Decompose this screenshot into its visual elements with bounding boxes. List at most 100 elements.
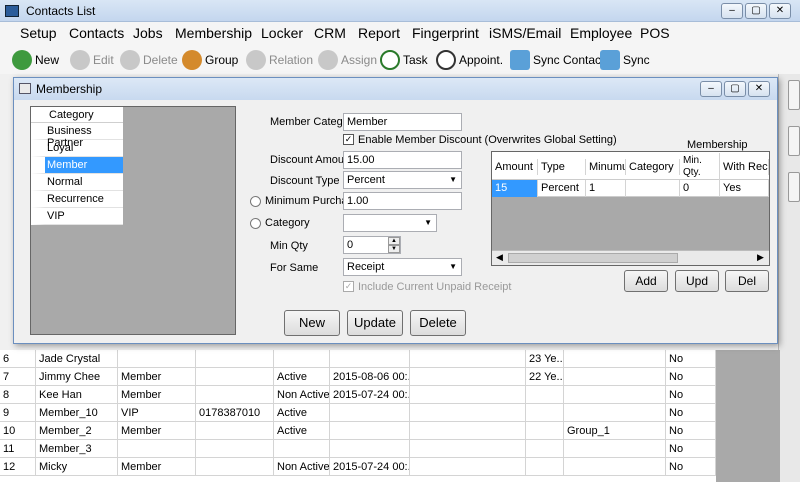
update-button[interactable]: Update <box>347 310 403 336</box>
cell-group[interactable]: Group_1 <box>564 422 666 440</box>
cell-status[interactable]: Active <box>274 404 330 422</box>
cell-age[interactable] <box>526 386 564 404</box>
include-unpaid-checkbox[interactable]: ✓ <box>343 281 354 292</box>
category-row-member[interactable]: Member <box>31 157 123 174</box>
side-button[interactable] <box>788 80 800 110</box>
cell-category[interactable] <box>118 440 196 458</box>
md-header-type[interactable]: Type <box>538 159 586 175</box>
task-button[interactable]: Task <box>380 48 428 72</box>
cell-flag[interactable]: No <box>666 350 716 368</box>
member-category-input[interactable]: Member <box>343 113 462 131</box>
menu-locker[interactable]: Locker <box>261 25 303 41</box>
cell-status[interactable]: Non Active <box>274 458 330 476</box>
md-cell-min-qty[interactable]: 0 <box>680 180 720 197</box>
cell-phone[interactable] <box>196 440 274 458</box>
cell-date[interactable] <box>330 440 410 458</box>
cell-extra[interactable] <box>410 404 526 422</box>
enable-discount-checkbox[interactable]: ✓ <box>343 134 354 145</box>
side-button[interactable] <box>788 172 800 202</box>
sync-contact-button[interactable]: Sync Contact <box>510 48 604 72</box>
md-header-with-receipt[interactable]: With Receip <box>720 159 769 175</box>
cell-date[interactable]: 2015-07-24 00:... <box>330 458 410 476</box>
spin-down-icon[interactable]: ▼ <box>388 245 400 253</box>
cell-flag[interactable]: No <box>666 422 716 440</box>
cell-flag[interactable]: No <box>666 404 716 422</box>
cell-extra[interactable] <box>410 386 526 404</box>
cell-extra[interactable] <box>410 440 526 458</box>
cell-name[interactable]: Micky <box>36 458 118 476</box>
md-horizontal-scrollbar[interactable]: ◀ ▶ <box>492 250 769 265</box>
cell-no[interactable]: 10 <box>0 422 36 440</box>
group-button[interactable]: Group <box>182 48 238 72</box>
cell-name[interactable]: Member_3 <box>36 440 118 458</box>
table-row[interactable]: 6 Jade Crystal 23 Ye... No <box>0 350 716 368</box>
menu-membership[interactable]: Membership <box>175 25 252 41</box>
cell-category[interactable] <box>118 350 196 368</box>
cell-no[interactable]: 9 <box>0 404 36 422</box>
table-row[interactable]: 7 Jimmy Chee Member Active 2015-08-06 00:...… <box>0 368 716 386</box>
cell-group[interactable] <box>564 350 666 368</box>
cell-extra[interactable] <box>410 368 526 386</box>
discount-amount-input[interactable]: 15.00 <box>343 151 462 169</box>
cell-group[interactable] <box>564 458 666 476</box>
menu-crm[interactable]: CRM <box>314 25 346 41</box>
md-cell-amount[interactable]: 15 <box>492 180 538 197</box>
cell-group[interactable] <box>564 404 666 422</box>
cell-extra[interactable] <box>410 350 526 368</box>
table-row[interactable]: 9 Member_10 VIP 0178387010 Active No <box>0 404 716 422</box>
cell-no[interactable]: 7 <box>0 368 36 386</box>
menu-report[interactable]: Report <box>358 25 400 41</box>
spin-up-icon[interactable]: ▲ <box>388 237 400 245</box>
minimize-button[interactable]: – <box>721 3 743 19</box>
cell-name[interactable]: Jimmy Chee <box>36 368 118 386</box>
delete-discount-button[interactable]: Del <box>725 270 769 292</box>
cell-category[interactable]: Member <box>118 386 196 404</box>
cell-date[interactable]: 2015-08-06 00:... <box>330 368 410 386</box>
menu-setup[interactable]: Setup <box>20 25 57 41</box>
cell-age[interactable] <box>526 458 564 476</box>
delete-button[interactable]: Delete <box>410 310 466 336</box>
scroll-thumb[interactable] <box>508 253 678 263</box>
cell-no[interactable]: 11 <box>0 440 36 458</box>
cell-age[interactable] <box>526 440 564 458</box>
menu-pos[interactable]: POS <box>640 25 670 41</box>
cell-status[interactable]: Active <box>274 422 330 440</box>
cell-date[interactable]: 2015-07-24 00:... <box>330 386 410 404</box>
minimum-purchase-input[interactable]: 1.00 <box>343 192 462 210</box>
menu-jobs[interactable]: Jobs <box>133 25 163 41</box>
scroll-right-icon[interactable]: ▶ <box>757 252 764 263</box>
side-button[interactable] <box>788 126 800 156</box>
cell-no[interactable]: 12 <box>0 458 36 476</box>
dialog-minimize-button[interactable]: – <box>700 81 722 97</box>
cell-category[interactable]: Member <box>118 368 196 386</box>
appointment-button[interactable]: Appoint. <box>436 48 503 72</box>
cell-no[interactable]: 6 <box>0 350 36 368</box>
cell-age[interactable]: 22 Ye... <box>526 368 564 386</box>
close-button[interactable]: ✕ <box>769 3 791 19</box>
new-button[interactable]: New <box>284 310 340 336</box>
cell-group[interactable] <box>564 368 666 386</box>
category-row-business-partner[interactable]: Business Partner <box>31 123 123 149</box>
cell-extra[interactable] <box>410 458 526 476</box>
md-header-category[interactable]: Category <box>626 159 680 175</box>
table-row[interactable]: 10 Member_2 Member Active Group_1 No <box>0 422 716 440</box>
table-row[interactable]: 11 Member_3 No <box>0 440 716 458</box>
menu-fingerprint[interactable]: Fingerprint <box>412 25 479 41</box>
dialog-maximize-button[interactable]: ▢ <box>724 81 746 97</box>
category-row-normal[interactable]: Normal <box>31 174 123 191</box>
cell-name[interactable]: Jade Crystal <box>36 350 118 368</box>
cell-category[interactable]: VIP <box>118 404 196 422</box>
assign-button[interactable]: Assign <box>318 48 377 72</box>
md-row[interactable]: 15 Percent 1 0 Yes <box>492 180 769 197</box>
cell-flag[interactable]: No <box>666 368 716 386</box>
cell-extra[interactable] <box>410 422 526 440</box>
cell-no[interactable]: 8 <box>0 386 36 404</box>
new-contact-button[interactable]: New <box>12 48 59 72</box>
cell-date[interactable] <box>330 422 410 440</box>
table-row[interactable]: 12 Micky Member Non Active 2015-07-24 00:...… <box>0 458 716 476</box>
cell-phone[interactable] <box>196 350 274 368</box>
md-header-min-qty[interactable]: Min. Qty. <box>680 153 720 181</box>
cell-phone[interactable] <box>196 422 274 440</box>
cell-status[interactable]: Non Active <box>274 386 330 404</box>
cell-name[interactable]: Kee Han <box>36 386 118 404</box>
